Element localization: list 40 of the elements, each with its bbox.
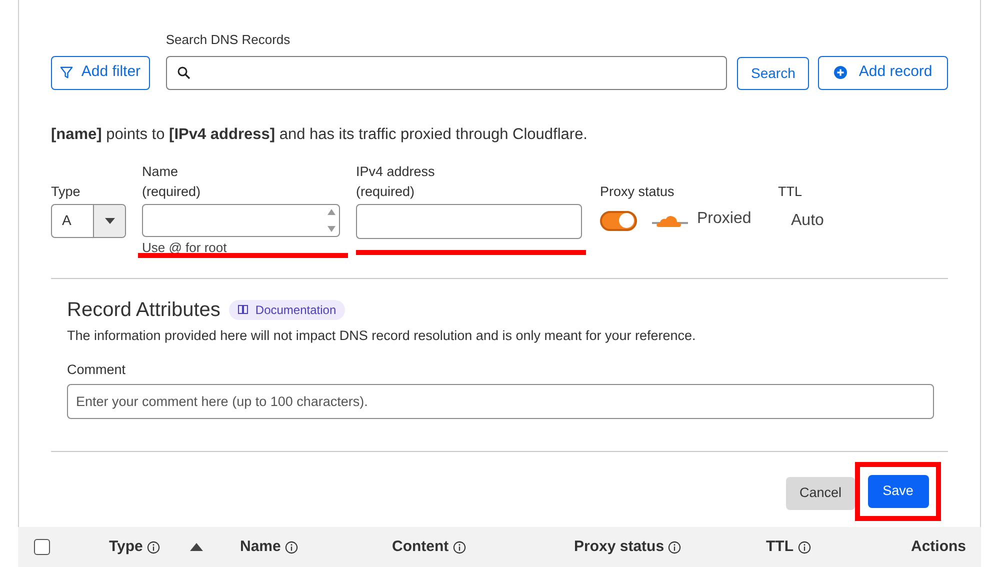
type-label: Type — [51, 182, 82, 201]
column-header[interactable]: TTL — [766, 536, 794, 558]
cancel-button[interactable]: Cancel — [786, 476, 855, 510]
search-label: Search DNS Records — [166, 31, 292, 49]
required-text: (required) — [356, 182, 416, 201]
section-description: The information provided here will not impact DNS record resolution and is only meant for your reference. — [67, 326, 697, 345]
add-record-button[interactable]: Add record — [818, 56, 948, 90]
documentation-link[interactable]: Documentation — [229, 300, 346, 320]
filter-icon — [60, 66, 74, 79]
sort-ascending-icon[interactable] — [190, 543, 203, 551]
name-label: Name — [142, 162, 180, 181]
proxy-toggle[interactable] — [600, 210, 637, 231]
book-icon — [238, 305, 248, 314]
required-text: (required) — [142, 182, 202, 201]
select-all-checkbox[interactable] — [34, 539, 50, 555]
column-header[interactable]: Content — [392, 536, 449, 558]
type-select[interactable]: A — [51, 204, 126, 238]
search-field[interactable] — [166, 56, 728, 90]
record-description: [name] points to [IPv4 address] and has its traffic proxied through Cloudflare. — [51, 124, 588, 144]
column-header[interactable]: Actions — [910, 536, 966, 558]
ttl-label: TTL — [778, 182, 804, 201]
ttl-value: Auto — [791, 210, 824, 231]
comment-field[interactable]: Enter your comment here (up to 100 characters). — [67, 384, 934, 419]
caret-icon — [104, 218, 114, 224]
comment-label: Comment — [67, 360, 127, 379]
plus-circle-icon — [834, 66, 847, 79]
ipv4-label: IPv4 address — [356, 162, 436, 181]
search-icon — [176, 66, 191, 80]
add-filter-button[interactable]: Add filter — [51, 56, 150, 90]
name-field[interactable] — [142, 204, 340, 237]
section-title: Record Attributes — [67, 298, 220, 323]
spinner-icon — [327, 206, 336, 234]
column-header[interactable]: Name — [240, 536, 281, 558]
proxy-status-text: Proxied — [697, 208, 752, 229]
save-button[interactable]: Save — [868, 474, 928, 508]
column-header[interactable]: Proxy status — [574, 536, 664, 558]
proxy-status-label: Proxy status — [600, 182, 676, 201]
search-button[interactable]: Search — [737, 56, 810, 90]
column-header[interactable]: Type — [109, 536, 143, 558]
ipv4-field[interactable] — [356, 204, 582, 239]
